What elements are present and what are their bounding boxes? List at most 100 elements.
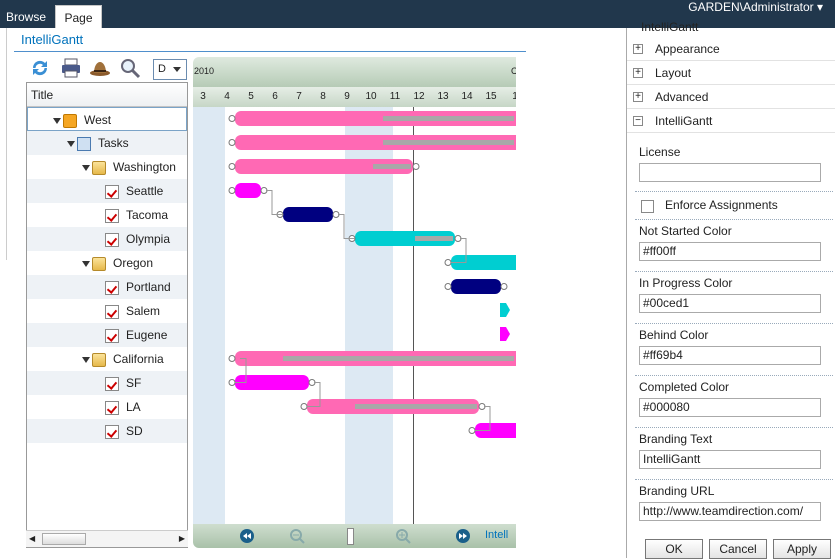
in-progress-label: In Progress Color — [639, 276, 733, 290]
completed-color-field[interactable]: #000080 — [639, 398, 821, 417]
progress-bar[interactable] — [415, 236, 453, 241]
year-label: C — [511, 66, 516, 76]
user-menu[interactable]: GARDEN\Administrator ▾ — [688, 0, 823, 14]
link-handle[interactable] — [228, 115, 236, 122]
gantt-chart[interactable]: 2010 C 3 4 5 6 7 8 9 10 11 12 13 14 15 1 Intell — [193, 57, 516, 548]
license-field[interactable] — [639, 163, 821, 182]
progress-bar[interactable] — [283, 356, 514, 361]
zoom-slider-handle[interactable] — [347, 528, 354, 545]
grid-horizontal-scrollbar[interactable]: ◀ ▶ — [26, 530, 188, 547]
year-label: 2010 — [194, 66, 215, 76]
task-bar[interactable] — [283, 207, 333, 222]
link-handle[interactable] — [300, 403, 308, 410]
grid-row[interactable]: Washington — [27, 155, 187, 179]
enforce-assignments-checkbox[interactable] — [641, 200, 654, 213]
expand-triangle-icon[interactable] — [53, 117, 61, 124]
scrollbar-thumb[interactable] — [42, 533, 86, 545]
grid-header-title[interactable]: Title — [27, 83, 187, 107]
progress-bar[interactable] — [383, 116, 514, 121]
task-bar[interactable] — [451, 279, 501, 294]
link-handle[interactable] — [468, 427, 476, 434]
view-dropdown[interactable]: D — [153, 59, 187, 80]
link-handle[interactable] — [412, 163, 420, 170]
webpart-title[interactable]: IntelliGantt — [21, 32, 83, 47]
grid-row[interactable]: West — [27, 107, 187, 131]
section-appearance[interactable]: + Appearance — [627, 37, 835, 61]
apply-button[interactable]: Apply — [773, 539, 831, 559]
folder-icon — [92, 160, 106, 175]
grid-row[interactable]: Salem — [27, 299, 187, 323]
refresh-icon[interactable] — [29, 57, 51, 79]
grid-row[interactable]: LA — [27, 395, 187, 419]
branding-text-field[interactable]: IntelliGantt — [639, 450, 821, 469]
branding-url-field[interactable]: http://www.teamdirection.com/ — [639, 502, 821, 521]
hat-icon[interactable] — [89, 57, 111, 79]
scroll-back-icon[interactable] — [239, 528, 255, 544]
milestone-marker[interactable] — [500, 303, 510, 317]
tab-page[interactable]: Page — [55, 5, 102, 28]
section-layout[interactable]: + Layout — [627, 61, 835, 85]
project-icon — [63, 113, 77, 128]
tab-browse[interactable]: Browse — [0, 0, 52, 28]
gantt-bars[interactable] — [193, 107, 516, 524]
behind-color-field[interactable]: #ff69b4 — [639, 346, 821, 365]
link-handle[interactable] — [444, 259, 452, 266]
enforce-assignments-label: Enforce Assignments — [665, 198, 778, 212]
day-tick-label: 7 — [296, 91, 302, 102]
grid-row[interactable]: California — [27, 347, 187, 371]
day-tick-label: 14 — [461, 91, 473, 102]
link-handle[interactable] — [228, 139, 236, 146]
collapse-icon[interactable]: − — [633, 116, 643, 126]
divider — [635, 323, 833, 324]
row-label: West — [84, 113, 112, 127]
grid-row[interactable]: Tasks — [27, 131, 187, 155]
expand-icon[interactable]: + — [633, 92, 643, 102]
link-handle[interactable] — [228, 187, 236, 194]
day-tick-label: 15 — [485, 91, 497, 102]
expand-triangle-icon[interactable] — [82, 356, 90, 363]
cancel-button[interactable]: Cancel — [709, 539, 767, 559]
folder-icon — [92, 352, 106, 367]
grid-row[interactable]: Eugene — [27, 323, 187, 347]
expand-icon[interactable]: + — [633, 68, 643, 78]
dependency-line[interactable] — [338, 214, 355, 239]
grid-row[interactable]: Tacoma — [27, 203, 187, 227]
scroll-right-icon[interactable]: ▶ — [179, 534, 185, 543]
link-handle[interactable] — [228, 355, 236, 362]
section-intelligantt[interactable]: − IntelliGantt — [627, 109, 835, 133]
dependency-line[interactable] — [266, 190, 283, 215]
zoom-in-icon[interactable] — [395, 528, 411, 544]
progress-bar[interactable] — [383, 140, 514, 145]
expand-icon[interactable]: + — [633, 44, 643, 54]
divider — [635, 219, 833, 220]
expand-triangle-icon[interactable] — [67, 140, 75, 147]
grid-row[interactable]: SF — [27, 371, 187, 395]
link-handle[interactable] — [500, 283, 508, 290]
in-progress-color-field[interactable]: #00ced1 — [639, 294, 821, 313]
zoom-search-icon[interactable] — [119, 57, 141, 79]
link-handle[interactable] — [228, 379, 236, 386]
expand-triangle-icon[interactable] — [82, 260, 90, 267]
section-advanced[interactable]: + Advanced — [627, 85, 835, 109]
progress-bar[interactable] — [355, 404, 477, 409]
not-started-color-field[interactable]: #ff00ff — [639, 242, 821, 261]
grid-row[interactable]: Olympia — [27, 227, 187, 251]
grid-row[interactable]: SD — [27, 419, 187, 443]
grid-row[interactable]: Portland — [27, 275, 187, 299]
row-label: Seattle — [126, 184, 164, 198]
progress-bar[interactable] — [373, 164, 411, 169]
grid-row[interactable]: Oregon — [27, 251, 187, 275]
link-handle[interactable] — [228, 163, 236, 170]
task-bar[interactable] — [235, 183, 261, 198]
row-label: Tacoma — [126, 208, 169, 222]
milestone-marker[interactable] — [500, 327, 510, 341]
print-icon[interactable] — [60, 57, 82, 79]
scroll-forward-icon[interactable] — [455, 528, 471, 544]
grid-row[interactable]: Seattle — [27, 179, 187, 203]
zoom-out-icon[interactable] — [289, 528, 305, 544]
link-handle[interactable] — [444, 283, 452, 290]
branding-link[interactable]: Intell — [485, 529, 508, 541]
expand-triangle-icon[interactable] — [82, 164, 90, 171]
ok-button[interactable]: OK — [645, 539, 703, 559]
scroll-left-icon[interactable]: ◀ — [29, 534, 35, 543]
